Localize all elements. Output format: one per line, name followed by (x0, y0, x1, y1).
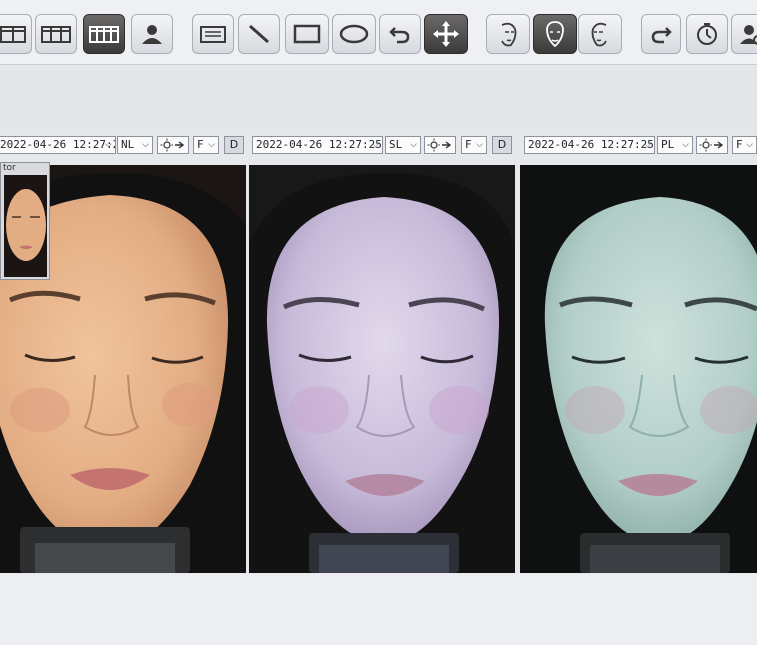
chevron-down-icon: ⌵ (208, 140, 215, 150)
move-arrows-icon (433, 21, 459, 47)
undo-button[interactable] (379, 14, 421, 54)
light-arrow-icon (427, 138, 452, 152)
bottom-empty-area (0, 574, 757, 645)
text-box-icon (200, 26, 226, 43)
panel-2-light-button[interactable] (424, 136, 456, 154)
chevron-down-icon: ⌵ (372, 140, 379, 150)
chevron-down-icon: ⌵ (410, 140, 417, 150)
layout-2-grid-button[interactable] (0, 14, 32, 54)
timer-icon (697, 23, 717, 45)
navigator-thumbnail[interactable]: tor (0, 162, 50, 280)
move-tool-button[interactable] (424, 14, 468, 54)
layout-3-grid-button[interactable] (35, 14, 77, 54)
line-tool-button[interactable] (238, 14, 280, 54)
light-arrow-icon (160, 138, 185, 152)
panel-1-header: 2022-04-26 12:27:25 ⌵ NL ⌵ F ⌵ D (0, 136, 250, 158)
panel-3-image[interactable] (520, 165, 757, 573)
chevron-down-icon: ⌵ (682, 140, 689, 150)
timer-button[interactable] (686, 14, 728, 54)
thumbnail-image (4, 175, 47, 277)
panel-3-mode-value: PL (661, 138, 675, 151)
face-front-icon (546, 21, 564, 48)
redo-icon (651, 27, 672, 44)
panel-2-mode-value: SL (389, 138, 403, 151)
panel-3-header: 2022-04-26 12:27:25 ⌵ PL ⌵ F ⌵ (524, 136, 757, 158)
panel-3-mode-select[interactable]: PL ⌵ (657, 136, 693, 154)
chevron-down-icon: ⌵ (105, 140, 112, 150)
panel-3-datetime-select[interactable]: 2022-04-26 12:27:25 ⌵ (524, 136, 655, 154)
face-left-button[interactable] (486, 14, 530, 54)
panel-1-mode-select[interactable]: NL ⌵ (117, 136, 153, 154)
panel-1-mode-value: NL (121, 138, 135, 151)
panel-1-filter-select[interactable]: F ⌵ (193, 136, 219, 154)
rectangle-icon (293, 24, 321, 44)
panel-1-datetime-select[interactable]: 2022-04-26 12:27:25 ⌵ (0, 136, 116, 154)
panel-3-light-button[interactable] (696, 136, 728, 154)
chevron-down-icon: ⌵ (644, 140, 651, 150)
user-settings-button[interactable] (731, 14, 757, 54)
panel-3-filter-value: F (736, 138, 743, 151)
user-gear-icon (740, 25, 757, 45)
person-icon (142, 25, 162, 44)
panel-3-filter-select[interactable]: F ⌵ (732, 136, 757, 154)
undo-icon (389, 27, 410, 44)
panel-3-datetime-value: 2022-04-26 12:27:25 (528, 138, 654, 151)
panel-2-d-label: D (497, 138, 507, 151)
panel-2-image[interactable] (249, 165, 515, 573)
panel-2-filter-value: F (465, 138, 472, 151)
redo-button[interactable] (641, 14, 681, 54)
face-right-button[interactable] (578, 14, 622, 54)
panel-1-d-button[interactable]: D (224, 136, 244, 154)
face-photo-pl (520, 165, 757, 573)
toolbar-spacer (0, 65, 757, 135)
chevron-down-icon: ⌵ (142, 140, 149, 150)
layout-4-grid-button[interactable] (83, 14, 125, 54)
chevron-down-icon: ⌵ (746, 140, 753, 150)
panel-1-filter-value: F (197, 138, 204, 151)
panel-1-datetime-value: 2022-04-26 12:27:25 (0, 138, 116, 151)
three-column-grid-icon (41, 26, 71, 43)
main-toolbar (0, 0, 757, 65)
panel-2-datetime-select[interactable]: 2022-04-26 12:27:25 ⌵ (252, 136, 383, 154)
panel-2-datetime-value: 2022-04-26 12:27:25 (256, 138, 382, 151)
chevron-down-icon: ⌵ (476, 140, 483, 150)
panel-1-light-button[interactable] (157, 136, 189, 154)
text-tool-button[interactable] (192, 14, 234, 54)
rectangle-tool-button[interactable] (285, 14, 329, 54)
panel-2-filter-select[interactable]: F ⌵ (461, 136, 487, 154)
panel-1-d-label: D (229, 138, 239, 151)
thumbnail-label: tor (3, 163, 16, 173)
line-icon (249, 24, 269, 44)
face-front-button[interactable] (533, 14, 577, 54)
face-photo-sl (249, 165, 515, 573)
ellipse-tool-button[interactable] (332, 14, 376, 54)
panel-2-mode-select[interactable]: SL ⌵ (385, 136, 421, 154)
ellipse-icon (339, 24, 369, 44)
light-arrow-icon (699, 138, 724, 152)
face-right-icon (591, 22, 607, 47)
patient-button[interactable] (131, 14, 173, 54)
four-column-grid-icon (89, 26, 119, 43)
panel-2-header: 2022-04-26 12:27:25 ⌵ SL ⌵ F ⌵ D (252, 136, 522, 158)
two-column-grid-icon (0, 26, 26, 43)
panel-2-d-button[interactable]: D (492, 136, 512, 154)
face-left-icon (501, 22, 517, 47)
